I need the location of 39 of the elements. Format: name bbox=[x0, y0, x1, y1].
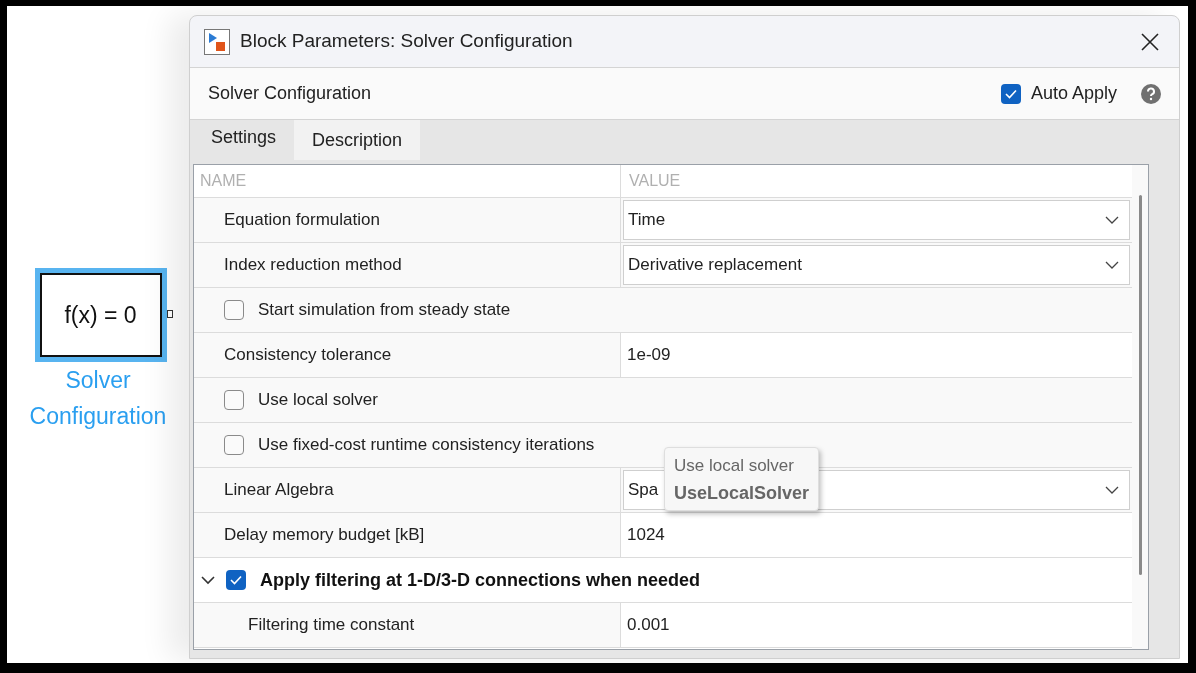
checkbox[interactable] bbox=[224, 300, 244, 320]
chevron-down-icon bbox=[1105, 216, 1119, 224]
check-icon bbox=[230, 575, 242, 585]
checkbox-label: Use fixed-cost runtime consistency iterations bbox=[258, 434, 595, 457]
checkbox[interactable] bbox=[1000, 83, 1021, 104]
group-label: Apply filtering at 1-D/3-D connections when needed bbox=[260, 568, 701, 592]
close-icon[interactable] bbox=[1141, 32, 1159, 51]
checkbox[interactable] bbox=[224, 435, 244, 455]
dropdown-field[interactable]: Time bbox=[623, 200, 1130, 240]
input-field[interactable]: 0.001 bbox=[621, 603, 1132, 647]
tooltip: Use local solver UseLocalSolver bbox=[664, 447, 820, 511]
column-header: NAME bbox=[200, 171, 247, 191]
input-field[interactable]: 1024 bbox=[621, 513, 1132, 557]
scrollbar-thumb[interactable] bbox=[1138, 195, 1142, 575]
checkbox-label: Start simulation from steady state bbox=[258, 299, 511, 322]
block-name: Solver Configuration bbox=[208, 82, 373, 105]
column-header: VALUE bbox=[629, 171, 681, 191]
dropdown-field[interactable]: Derivative replacement bbox=[623, 245, 1130, 285]
parameter-label: Equation formulation bbox=[224, 209, 380, 232]
tab[interactable]: Description bbox=[294, 120, 421, 160]
checkbox[interactable] bbox=[226, 570, 246, 590]
port-icon bbox=[166, 310, 173, 318]
window-title: Block Parameters: Solver Configuration bbox=[240, 29, 574, 54]
parameter-label: Delay memory budget [kB] bbox=[224, 524, 425, 547]
block-app-icon bbox=[204, 28, 230, 55]
check-icon bbox=[1004, 88, 1017, 99]
function-block[interactable]: f(x) = 0 bbox=[34, 268, 167, 362]
auto-apply-checkbox[interactable]: Auto Apply bbox=[1000, 80, 1117, 107]
checkbox-label: Use local solver bbox=[258, 389, 378, 412]
parameter-label: Consistency tolerance bbox=[224, 344, 392, 367]
parameter-label: Index reduction method bbox=[224, 254, 402, 277]
chevron-down-icon bbox=[1105, 486, 1119, 494]
checkbox[interactable] bbox=[224, 390, 244, 410]
help-icon[interactable] bbox=[1141, 83, 1161, 104]
block-label: Solver Configuration bbox=[28, 366, 168, 431]
parameter-label: Linear Algebra bbox=[224, 479, 334, 502]
input-field[interactable]: 1e-09 bbox=[621, 333, 1132, 377]
parameter-label: Filtering time constant bbox=[248, 614, 415, 637]
chevron-down-icon bbox=[1105, 261, 1119, 269]
